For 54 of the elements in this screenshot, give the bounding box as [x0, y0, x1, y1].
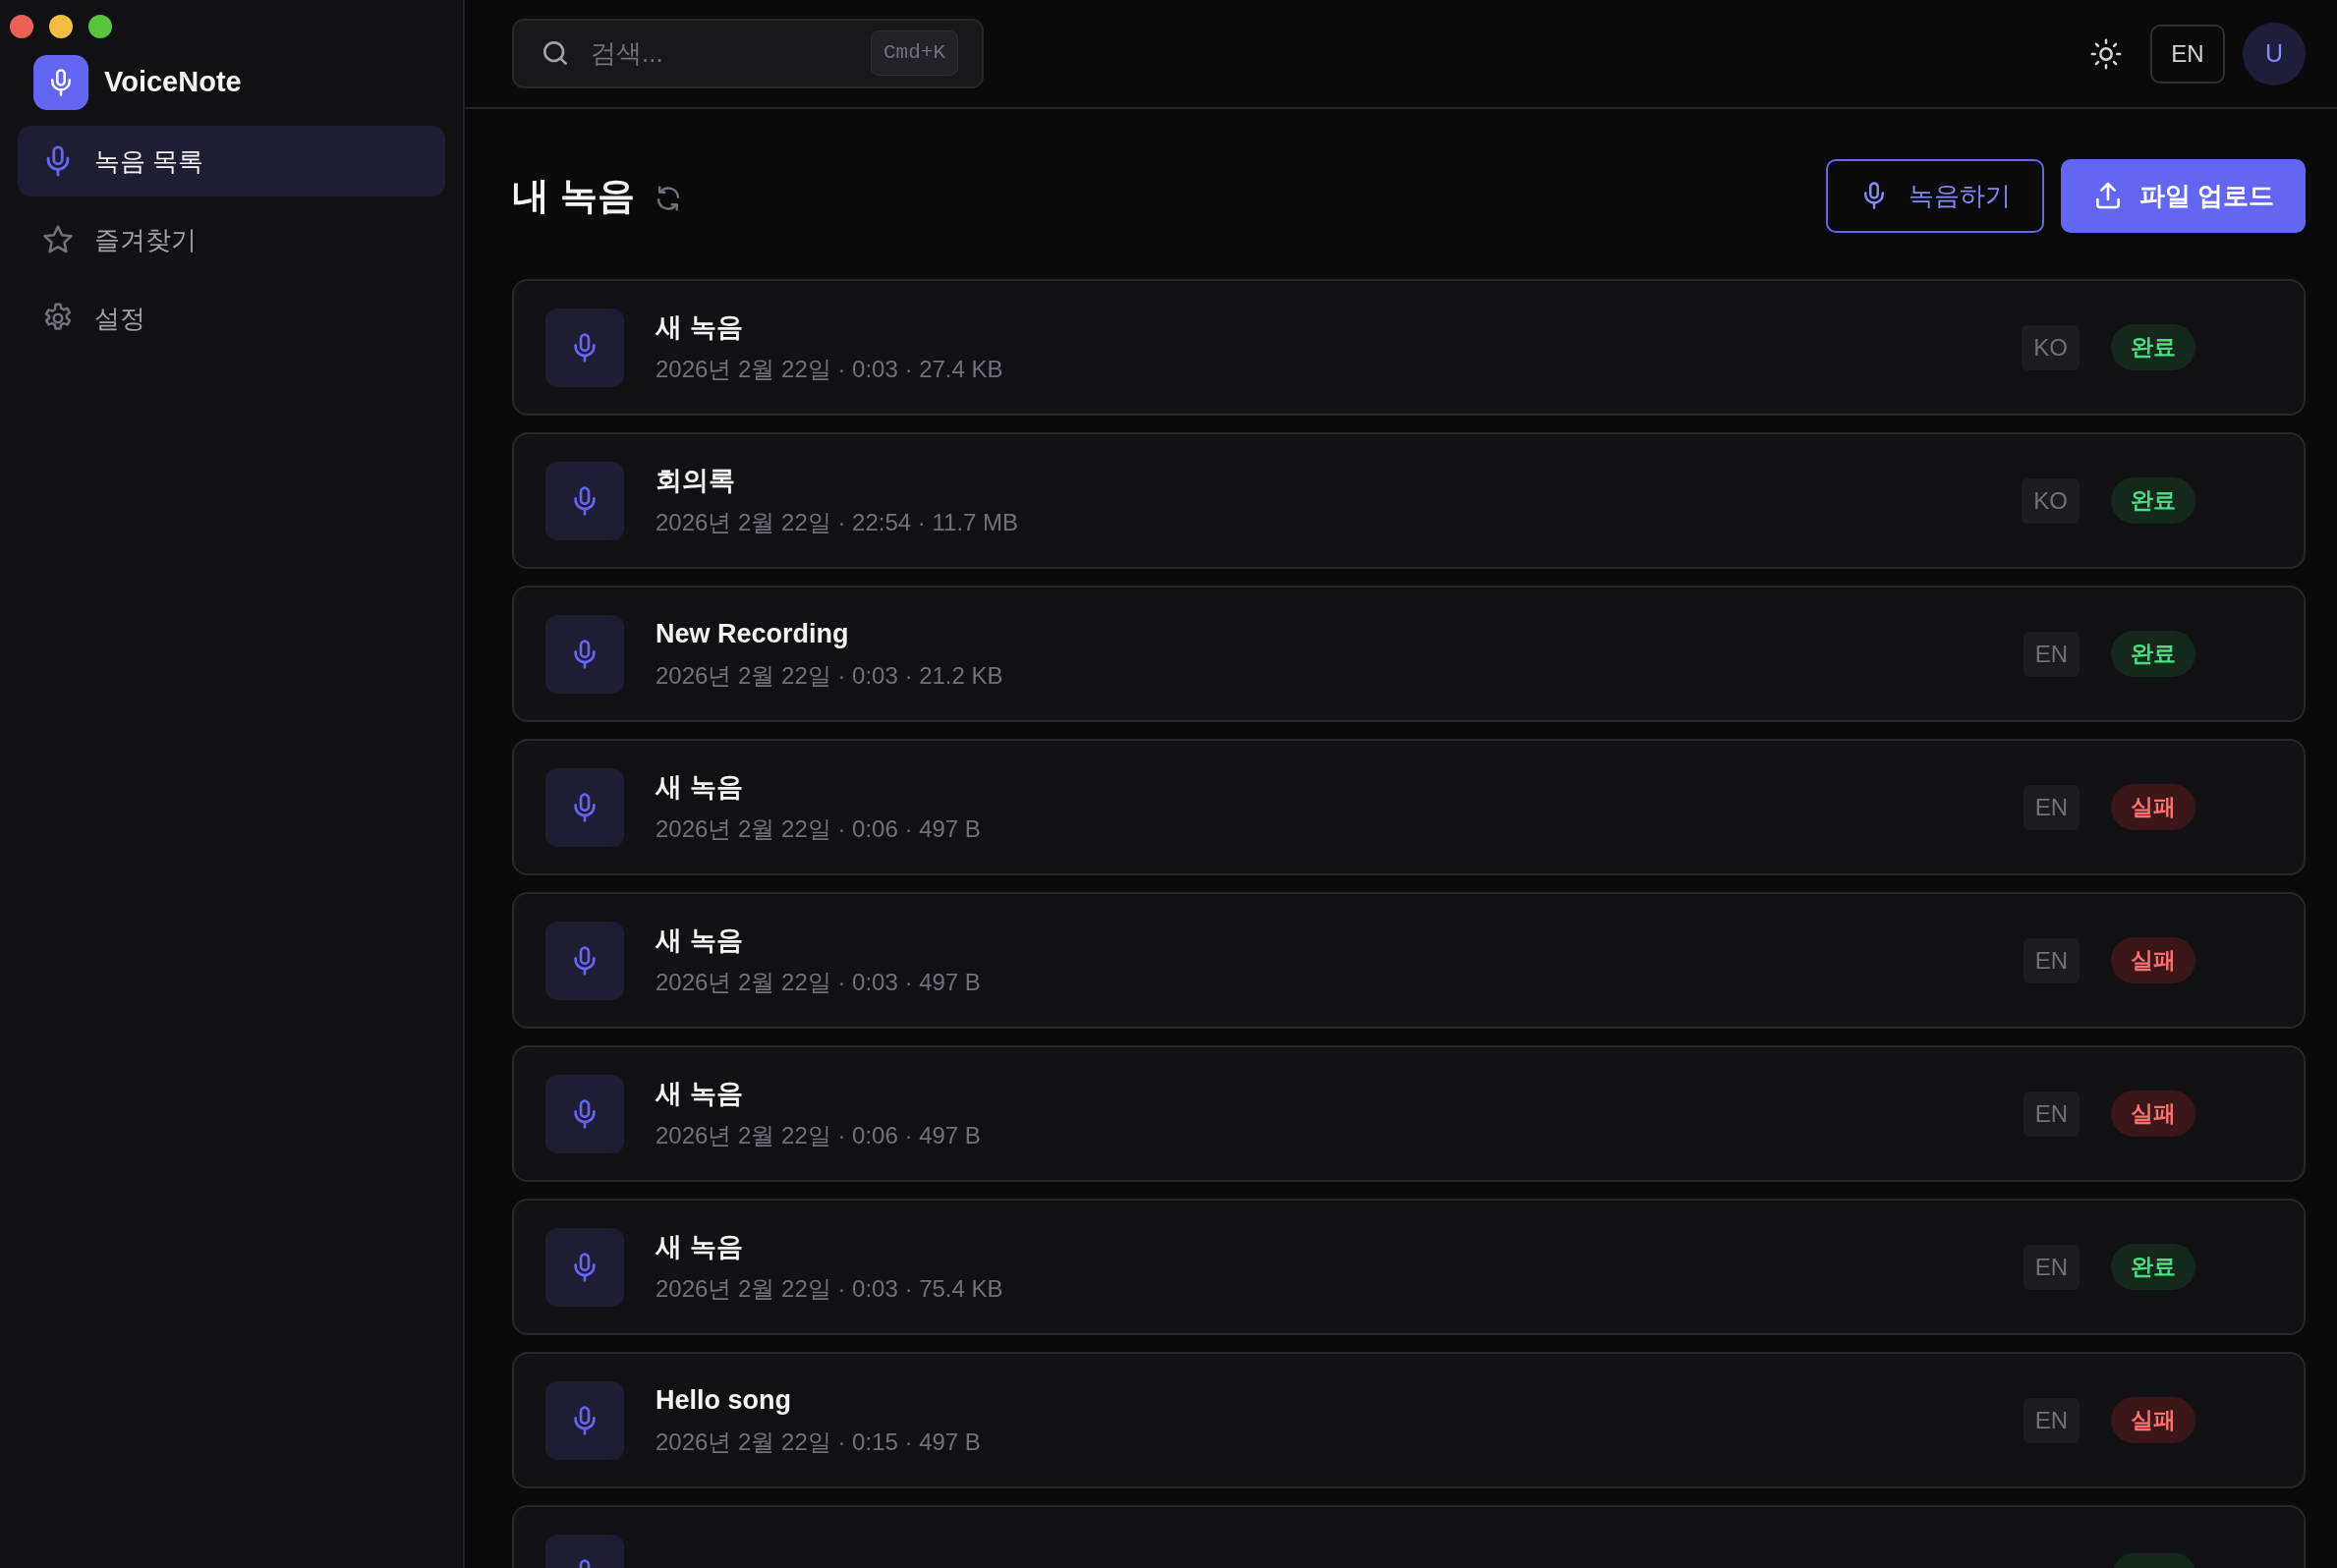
recording-details: 2026년 2월 22일 · 22:54 · 11.7 MB	[656, 507, 1020, 537]
language-button[interactable]: EN	[2150, 24, 2225, 84]
close-button[interactable]	[10, 15, 33, 38]
recording-card[interactable]: 새 녹음 2026년 2월 22일 · 0:06 · 497 B EN 실패	[512, 1045, 2306, 1182]
recording-title: 새 녹음	[656, 311, 744, 345]
status-label: 완료	[2111, 324, 2195, 370]
recording-title: New Recording	[656, 618, 850, 651]
avatar[interactable]: U	[2243, 22, 2306, 85]
status-label: 실패	[2111, 784, 2195, 830]
recording-card[interactable]: New Recording 2026년 2월 22일 · 0:03 · 21.2 KB EN 완료	[512, 586, 2306, 722]
language-tag: EN	[2023, 1244, 2080, 1290]
recording-title: 새 녹음	[656, 1078, 744, 1111]
status-label: 실패	[2111, 1397, 2195, 1443]
nav-item[interactable]: 녹음 목록	[18, 126, 445, 196]
recording-title: 새 녹음	[656, 771, 744, 805]
recording-title: 새 녹음	[656, 924, 744, 958]
nav-item[interactable]: 설정	[18, 283, 445, 354]
recording-card[interactable]: 새 녹음 2026년 2월 22일 · 0:03 · 27.4 KB KO 완료	[512, 279, 2306, 416]
nav-item[interactable]: 즐겨찾기	[18, 204, 445, 275]
shortcut-hint: Cmd+K	[871, 30, 958, 76]
language-tag: EN	[2023, 631, 2080, 677]
status-label: 완료	[2111, 631, 2195, 677]
recording-details: 2026년 2월 22일 · 0:03 · 27.4 KB	[656, 354, 1004, 384]
page-title: 내 녹음	[512, 173, 635, 218]
zoom-button[interactable]	[88, 15, 112, 38]
language-tag: KO	[2022, 324, 2080, 370]
language-tag: EN	[2023, 1397, 2080, 1443]
recording-title: 새 녹음	[656, 1231, 744, 1264]
recording-details: 2026년 2월 22일 · 0:15 · 497 B	[656, 1427, 982, 1457]
recording-card[interactable]: 회의록 2026년 2월 22일 · 22:54 · 11.7 MB KO 완료	[512, 432, 2306, 569]
recording-card[interactable]: 새 녹음 2026년 2월 22일 · 0:06 · 497 B EN 실패	[512, 739, 2306, 875]
recording-card[interactable]: Hello song 2026년 2월 22일 · 0:15 · 497 B EN 실패	[512, 1352, 2306, 1488]
minimize-button[interactable]	[49, 15, 73, 38]
upload-button[interactable]: 파일 업로드	[2060, 158, 2306, 233]
sun-icon	[2089, 36, 2123, 71]
status-label: 실패	[2111, 937, 2195, 983]
app-name: VoiceNote	[104, 65, 242, 100]
recording-details: 2026년 2월 22일 · 0:06 · 497 B	[656, 813, 982, 844]
language-tag: EN	[2023, 784, 2080, 830]
recording-details: 2026년 2월 22일 · 0:03 · 21.2 KB	[656, 660, 1004, 691]
language-tag: KO	[2022, 477, 2080, 524]
recording-title: 회의록	[656, 465, 736, 498]
status-label: 실패	[2111, 1091, 2195, 1137]
language-tag: EN	[2023, 1091, 2080, 1137]
recording-card[interactable]: 새 녹음 2026년 2월 22일 · 0:03 · 75.4 KB EN 완료	[512, 1199, 2306, 1335]
recording-details: 2026년 2월 22일 · 0:03 · 497 B	[656, 967, 982, 997]
recording-details: 2026년 2월 22일 · 0:06 · 497 B	[656, 1120, 982, 1150]
status-label: 완료	[2111, 477, 2195, 524]
recording-title: Hello song	[656, 1384, 792, 1418]
language-tag: EN	[2023, 937, 2080, 983]
recording-details: 2026년 2월 22일 · 0:03 · 75.4 KB	[656, 1273, 1004, 1304]
recording-card[interactable]: 새 녹음 2026년 2월 22일 · 0:03 · 497 B EN 실패	[512, 892, 2306, 1029]
record-button[interactable]: 녹음하기	[1825, 158, 2044, 233]
status-label: 완료	[2111, 1244, 2195, 1290]
